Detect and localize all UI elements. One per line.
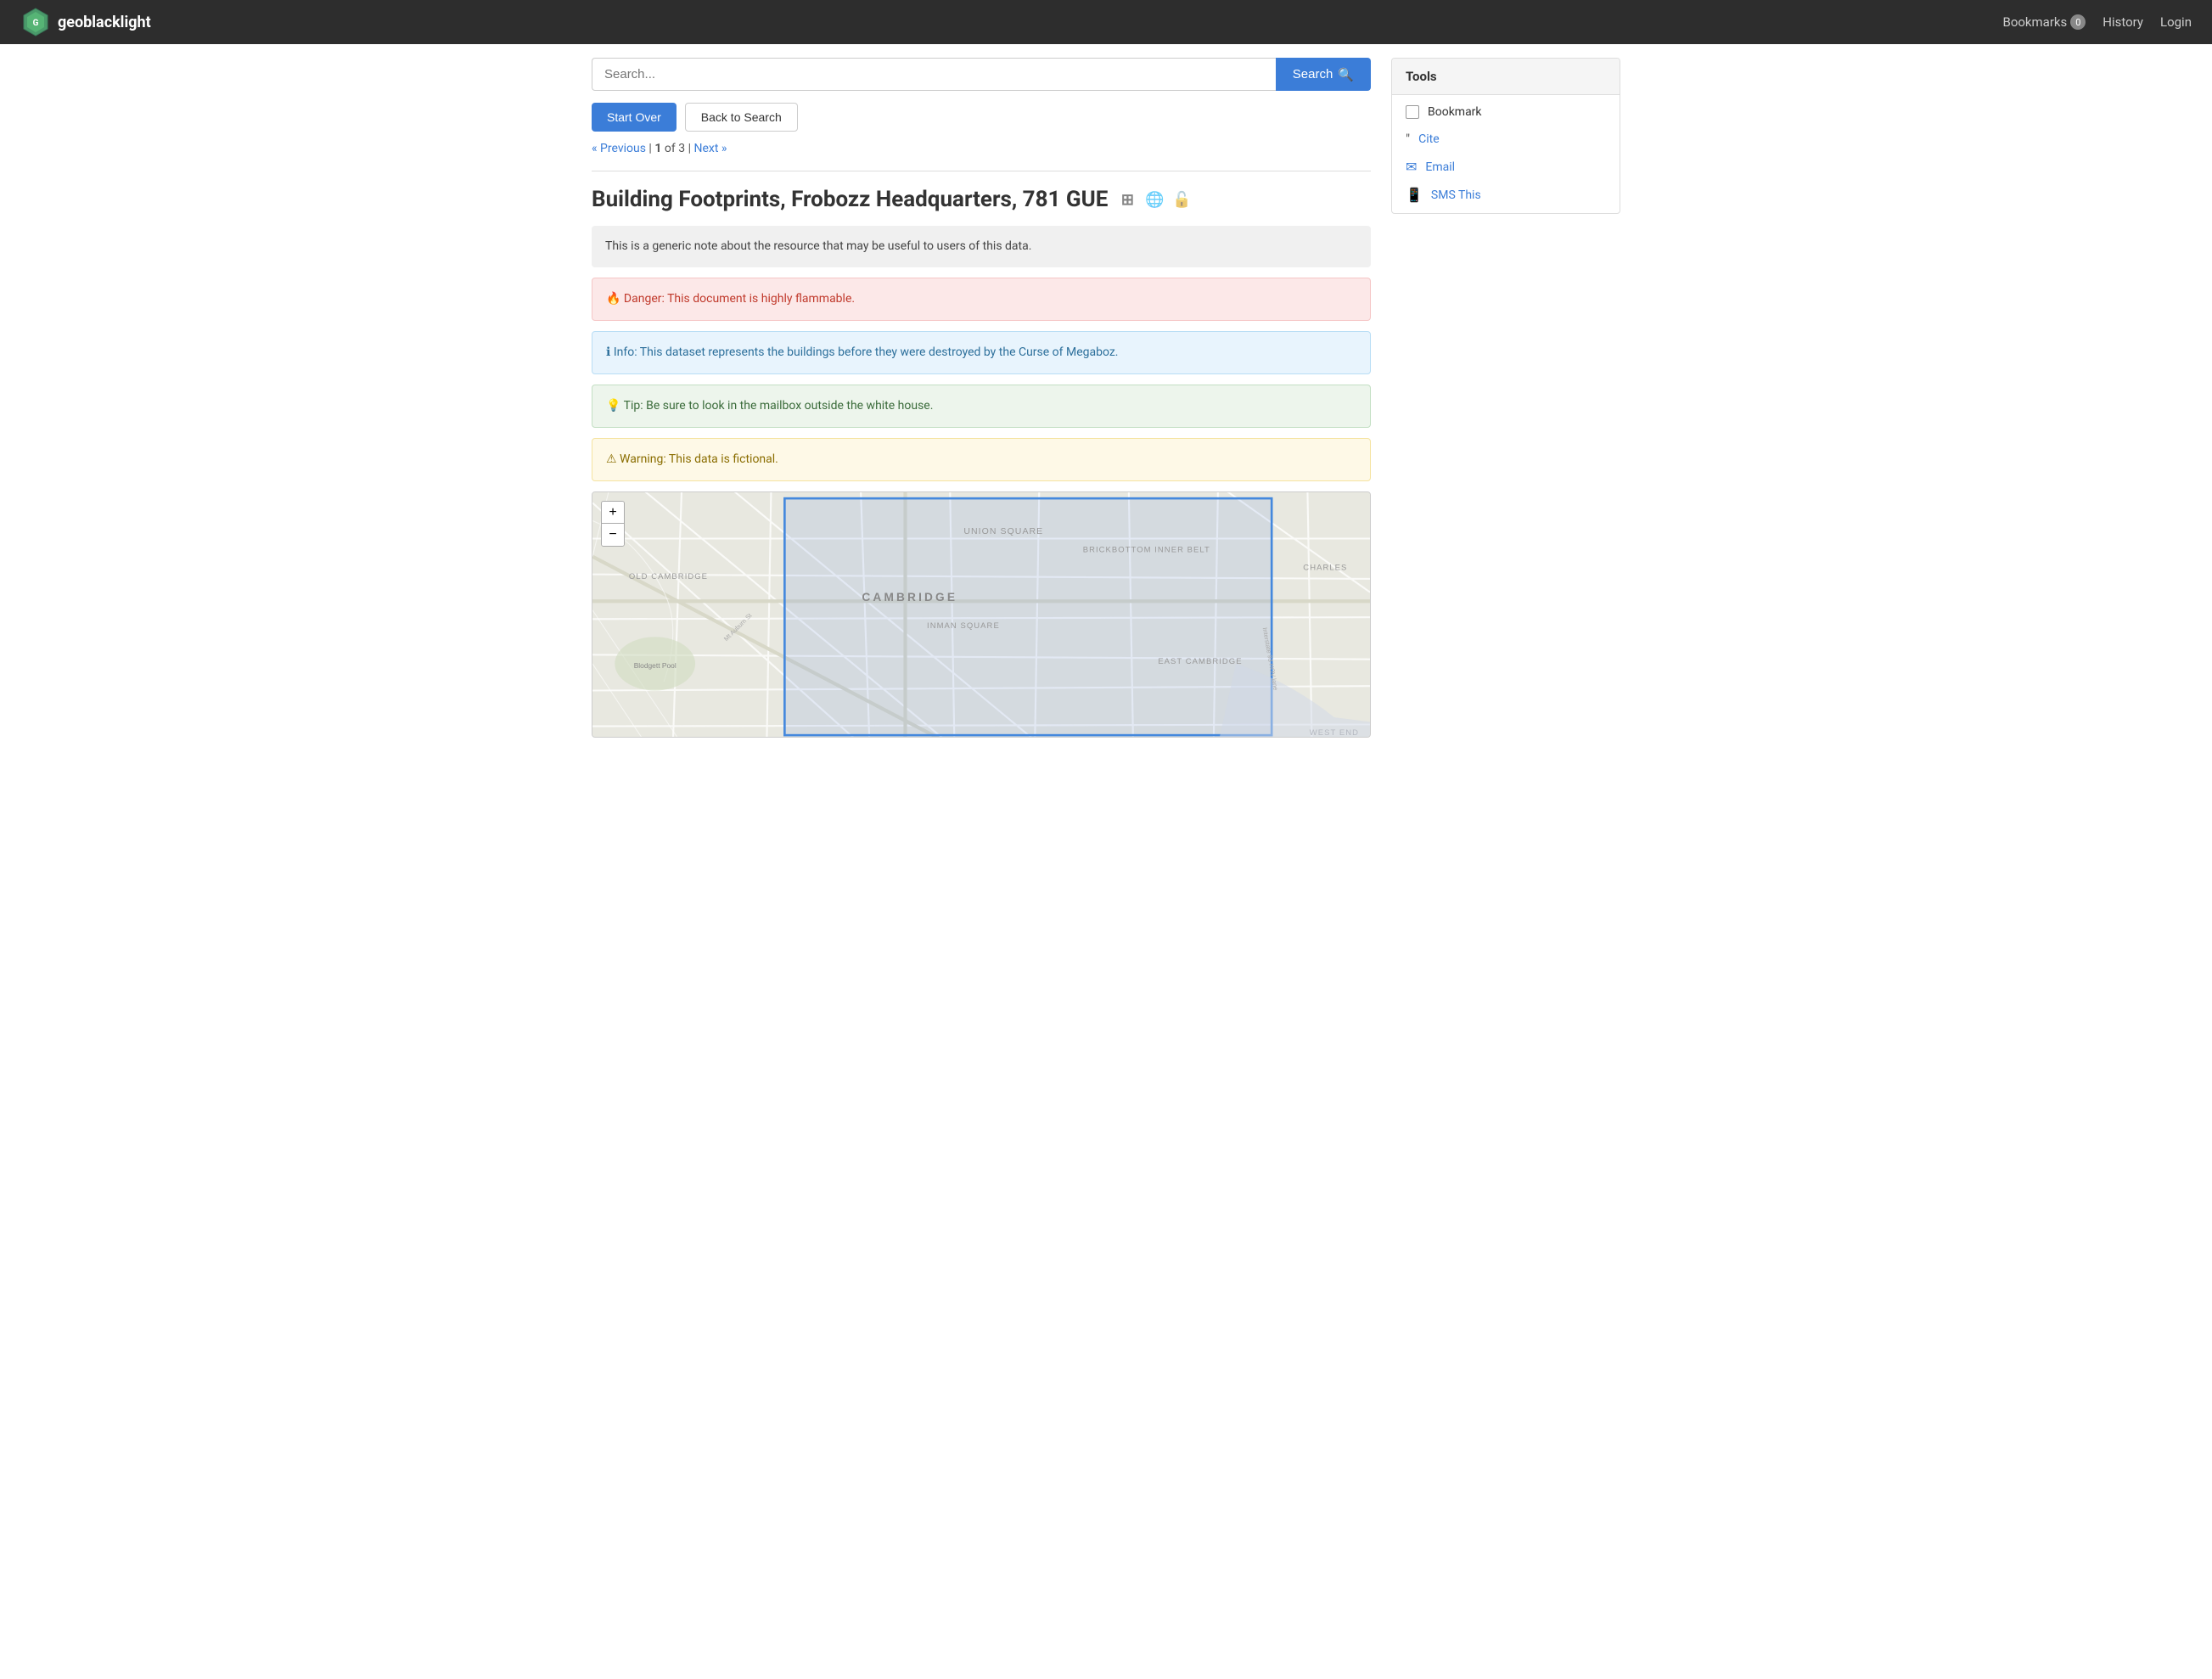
title-icons: ⊞ 🌐 🔓 — [1116, 188, 1193, 211]
svg-text:OLD CAMBRIDGE: OLD CAMBRIDGE — [629, 572, 708, 581]
sms-tool[interactable]: 📱 SMS This — [1406, 187, 1606, 203]
quote-icon: " — [1406, 131, 1410, 147]
bookmarks-count-badge: 0 — [2070, 14, 2086, 30]
map-container: + − — [592, 491, 1371, 738]
map-svg: CAMBRIDGE UNION SQUARE BRICKBOTTOM INNER… — [592, 492, 1370, 737]
sms-link[interactable]: SMS This — [1431, 188, 1481, 202]
note-tip: 💡 Tip: Be sure to look in the mailbox ou… — [592, 385, 1371, 428]
nav: Bookmarks 0 History Login — [2002, 14, 2192, 30]
globe-icon: 🌐 — [1143, 188, 1165, 211]
pagination: « Previous | 1 of 3 | Next » — [592, 142, 1371, 155]
note-danger: 🔥 Danger: This document is highly flamma… — [592, 278, 1371, 321]
content-area: Search 🔍 Start Over Back to Search « Pre… — [592, 58, 1371, 738]
note-warning: ⚠ Warning: This data is fictional. — [592, 438, 1371, 481]
svg-text:CHARLES: CHARLES — [1303, 563, 1347, 572]
tools-panel: Tools Bookmark " Cite ✉ Email 📱 SMS This — [1391, 58, 1620, 214]
lock-icon: 🔓 — [1171, 188, 1193, 211]
bookmarks-link[interactable]: Bookmarks 0 — [2002, 14, 2086, 30]
svg-text:G: G — [33, 19, 39, 28]
cite-tool[interactable]: " Cite — [1406, 131, 1606, 147]
previous-link[interactable]: « Previous — [592, 142, 646, 155]
email-link[interactable]: Email — [1425, 160, 1455, 174]
map-controls: + − — [601, 501, 625, 547]
email-icon: ✉ — [1406, 159, 1417, 175]
next-link[interactable]: Next » — [693, 142, 727, 155]
bookmark-checkbox[interactable] — [1406, 105, 1419, 119]
warning-icon: ⚠ — [606, 452, 617, 466]
email-tool[interactable]: ✉ Email — [1406, 159, 1606, 175]
search-input[interactable] — [592, 58, 1276, 91]
danger-icon: 🔥 — [606, 292, 620, 306]
info-icon: ℹ — [606, 345, 610, 359]
svg-text:EAST CAMBRIDGE: EAST CAMBRIDGE — [1158, 657, 1242, 666]
tools-body: Bookmark " Cite ✉ Email 📱 SMS This — [1392, 95, 1620, 213]
history-link[interactable]: History — [2103, 14, 2143, 30]
zoom-in-button[interactable]: + — [602, 502, 624, 524]
bookmark-label: Bookmark — [1428, 105, 1482, 119]
phone-icon: 📱 — [1406, 187, 1423, 203]
search-button[interactable]: Search 🔍 — [1276, 58, 1371, 91]
table-icon: ⊞ — [1116, 188, 1138, 211]
header: G geoblacklight Bookmarks 0 History Logi… — [0, 0, 2212, 44]
svg-text:CAMBRIDGE: CAMBRIDGE — [862, 591, 957, 604]
cite-link[interactable]: Cite — [1418, 132, 1440, 146]
page-title: Building Footprints, Frobozz Headquarter… — [592, 187, 1371, 212]
bookmark-tool[interactable]: Bookmark — [1406, 105, 1606, 119]
svg-text:UNION SQUARE: UNION SQUARE — [963, 526, 1043, 536]
total-pages: 3 — [678, 142, 685, 155]
tools-header: Tools — [1392, 59, 1620, 95]
logo-icon: G — [20, 7, 51, 37]
start-over-button[interactable]: Start Over — [592, 103, 677, 132]
back-to-search-button[interactable]: Back to Search — [685, 103, 798, 132]
sidebar: Tools Bookmark " Cite ✉ Email 📱 SMS This — [1391, 58, 1620, 738]
main-container: Search 🔍 Start Over Back to Search « Pre… — [571, 44, 1641, 751]
login-link[interactable]: Login — [2160, 14, 2192, 30]
logo[interactable]: G geoblacklight — [20, 7, 151, 37]
svg-text:Blodgett Pool: Blodgett Pool — [634, 661, 677, 670]
logo-text: geoblacklight — [58, 14, 151, 31]
action-buttons: Start Over Back to Search — [592, 103, 1371, 132]
zoom-out-button[interactable]: − — [602, 524, 624, 546]
search-bar: Search 🔍 — [592, 58, 1371, 91]
tip-icon: 💡 — [606, 399, 620, 413]
current-page: 1 — [654, 142, 661, 155]
search-icon: 🔍 — [1338, 67, 1354, 82]
svg-text:BRICKBOTTOM INNER BELT: BRICKBOTTOM INNER BELT — [1083, 545, 1210, 554]
svg-text:INMAN SQUARE: INMAN SQUARE — [927, 621, 1000, 631]
note-info: ℹ Info: This dataset represents the buil… — [592, 331, 1371, 374]
note-generic: This is a generic note about the resourc… — [592, 226, 1371, 267]
